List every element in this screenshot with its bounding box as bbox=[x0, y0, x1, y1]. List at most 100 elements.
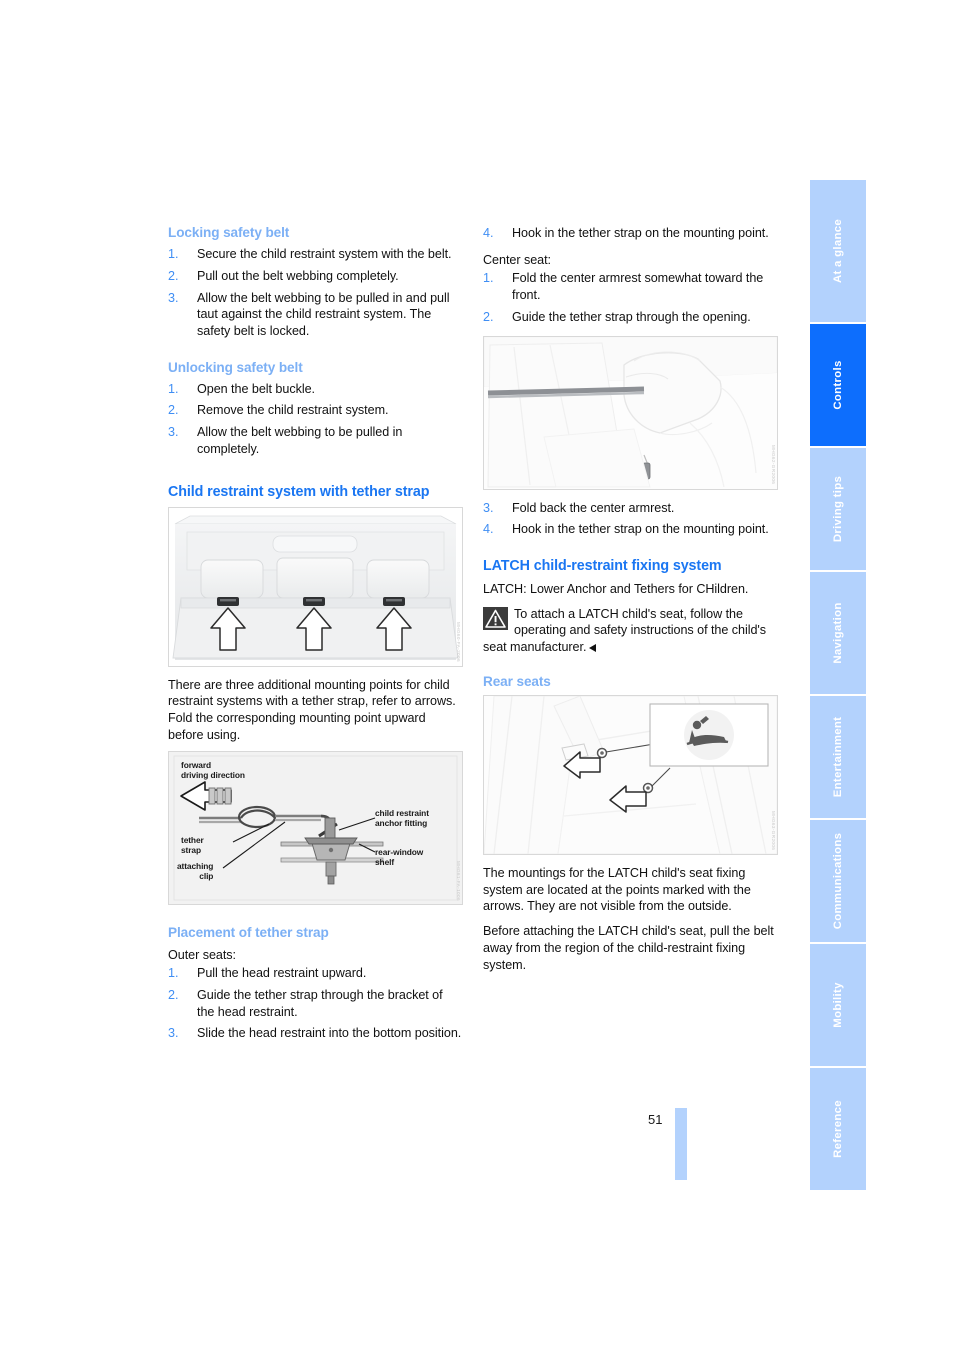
list-item: 2. Guide the tether strap through the ope… bbox=[483, 309, 778, 326]
paragraph-center-seat-intro: Center seat: bbox=[483, 252, 552, 267]
heading-rear-seats: Rear seats bbox=[483, 673, 551, 689]
tab-label: Navigation bbox=[832, 602, 844, 664]
label-attaching-clip: attaching clip bbox=[177, 861, 214, 881]
warning-note: To attach a LATCH child's seat, follow t… bbox=[483, 606, 778, 656]
figure-watermark: MHG61-FA-1006 bbox=[456, 860, 461, 901]
tab-communications[interactable]: Communications bbox=[810, 820, 866, 942]
step-number: 3. bbox=[483, 500, 494, 515]
tab-reference[interactable]: Reference bbox=[810, 1068, 866, 1190]
tab-label: Entertainment bbox=[832, 716, 844, 798]
note-end-arrow-icon bbox=[589, 644, 597, 653]
step-text: Guide the tether strap through the brack… bbox=[197, 987, 443, 1019]
step-number: 3. bbox=[168, 1026, 179, 1041]
list-item: 1. Open the belt buckle. bbox=[168, 381, 463, 398]
tab-at-a-glance[interactable]: At a glance bbox=[810, 180, 866, 322]
chapter-tab-rail: At a glance Controls Driving tips Naviga… bbox=[810, 180, 866, 1192]
list-item: 4. Hook in the tether strap on the mounti… bbox=[483, 225, 778, 242]
paragraph-outer-seats-intro: Outer seats: bbox=[168, 947, 236, 962]
step-text: Fold the center armrest somewhat toward … bbox=[512, 271, 764, 303]
step-number: 2. bbox=[168, 268, 179, 283]
tab-label: Communications bbox=[832, 832, 844, 930]
tab-navigation[interactable]: Navigation bbox=[810, 572, 866, 694]
label-forward-driving-direction: forward driving direction bbox=[181, 760, 245, 780]
label-tether-strap: tether strap bbox=[181, 835, 204, 855]
manual-page: Locking safety belt 1. Secure the child r… bbox=[0, 0, 954, 1351]
step-text: Fold back the center armrest. bbox=[512, 500, 675, 515]
tab-entertainment[interactable]: Entertainment bbox=[810, 696, 866, 818]
tab-label: At a glance bbox=[832, 218, 844, 284]
figure-rear-shelf-mounting-points: MHG60-FA-2006 bbox=[168, 506, 463, 667]
list-item: 3. Slide the head restraint into the bott… bbox=[168, 1025, 463, 1042]
list-item: 1. Secure the child restraint system with… bbox=[168, 246, 463, 263]
locking-safety-belt-steps: 1. Secure the child restraint system with… bbox=[168, 246, 463, 340]
step-number: 4. bbox=[483, 522, 494, 537]
step-text: Open the belt buckle. bbox=[197, 381, 315, 396]
warning-triangle-glyph bbox=[483, 606, 508, 630]
step-text: Pull out the belt webbing completely. bbox=[197, 268, 399, 283]
list-item: 3. Allow the belt webbing to be pulled in… bbox=[168, 424, 463, 457]
list-item: 4. Hook in the tether strap on the mounti… bbox=[483, 521, 778, 538]
placement-outer-seats-steps: 1. Pull the head restraint upward. 2. Guid… bbox=[168, 965, 463, 1042]
step-number: 1. bbox=[168, 381, 179, 396]
left-column: Locking safety belt 1. Secure the child r… bbox=[168, 225, 463, 1052]
rear-seat-latch-photo bbox=[484, 695, 777, 854]
tab-label: Reference bbox=[832, 1100, 844, 1158]
warning-triangle-icon bbox=[483, 606, 508, 630]
label-rear-window-shelf: rear-window shelf bbox=[375, 847, 424, 867]
list-item: 2. Pull out the belt webbing completely. bbox=[168, 268, 463, 285]
figure-tether-strap-diagram: forward driving direction tether strap a… bbox=[168, 751, 463, 906]
step-number: 2. bbox=[168, 403, 179, 418]
paragraph-latch-definition: LATCH: Lower Anchor and Tethers for CHil… bbox=[483, 582, 749, 596]
step-text: Guide the tether strap through the openi… bbox=[512, 309, 751, 324]
right-column: 4. Hook in the tether strap on the mounti… bbox=[483, 225, 778, 981]
heading-placement-of-tether-strap: Placement of tether strap bbox=[168, 925, 329, 941]
step-number: 1. bbox=[483, 271, 494, 286]
tab-label: Mobility bbox=[832, 982, 844, 1028]
paragraph-mounting-points: There are three additional mounting poin… bbox=[168, 677, 456, 742]
warning-note-text: To attach a LATCH child's seat, follow t… bbox=[483, 606, 767, 655]
list-item: 1. Pull the head restraint upward. bbox=[168, 965, 463, 982]
step-text: Allow the belt webbing to be pulled in a… bbox=[197, 290, 450, 338]
step-number: 3. bbox=[168, 425, 179, 440]
figure-center-armrest-tether: MHG62-GR2006 bbox=[483, 335, 778, 490]
rear-shelf-illustration bbox=[169, 507, 462, 666]
step-number: 1. bbox=[168, 247, 179, 262]
center-seat-steps-first: 1. Fold the center armrest somewhat towar… bbox=[483, 270, 778, 325]
step-text: Hook in the tether strap on the mounting… bbox=[512, 226, 769, 240]
outer-seats-steps-continued: 4. Hook in the tether strap on the mounti… bbox=[483, 225, 778, 242]
step-number: 3. bbox=[168, 290, 179, 305]
list-item: 2. Guide the tether strap through the bra… bbox=[168, 987, 463, 1020]
figure-watermark: MHG60-FA-2006 bbox=[456, 621, 461, 662]
unlocking-safety-belt-steps: 1. Open the belt buckle. 2. Remove the chi… bbox=[168, 381, 463, 458]
tab-label: Driving tips bbox=[832, 475, 844, 543]
tab-driving-tips[interactable]: Driving tips bbox=[810, 448, 866, 570]
heading-child-restraint-tether-strap: Child restraint system with tether strap bbox=[168, 483, 430, 500]
step-number: 1. bbox=[168, 966, 179, 981]
figure-rear-seat-latch-anchors: MHG63-GR2006 bbox=[483, 694, 778, 855]
center-seat-steps-after: 3. Fold back the center armrest. 4. Hook i… bbox=[483, 500, 778, 538]
step-number: 2. bbox=[483, 309, 494, 324]
label-child-restraint-anchor-fitting: child restraint anchor fitting bbox=[375, 808, 429, 828]
figure-watermark: MHG62-GR2006 bbox=[771, 445, 776, 485]
step-number: 4. bbox=[483, 226, 494, 240]
paragraph-latch-mountings: The mountings for the LATCH child's seat… bbox=[483, 865, 751, 914]
step-text: Slide the head restraint into the bottom… bbox=[197, 1026, 462, 1041]
tab-controls[interactable]: Controls bbox=[810, 324, 866, 446]
tab-mobility[interactable]: Mobility bbox=[810, 944, 866, 1066]
list-item: 2. Remove the child restraint system. bbox=[168, 402, 463, 419]
page-number: 51 bbox=[648, 1112, 663, 1127]
step-text: Pull the head restraint upward. bbox=[197, 966, 367, 981]
list-item: 3. Allow the belt webbing to be pulled in… bbox=[168, 290, 463, 340]
step-text: Allow the belt webbing to be pulled in c… bbox=[197, 425, 403, 456]
heading-latch-child-restraint-fixing-system: LATCH child-restraint fixing system bbox=[483, 558, 722, 575]
page-number-bar bbox=[675, 1108, 687, 1180]
figure-watermark: MHG63-GR2006 bbox=[771, 810, 776, 850]
heading-unlocking-safety-belt: Unlocking safety belt bbox=[168, 359, 303, 375]
step-text: Remove the child restraint system. bbox=[197, 403, 389, 418]
tab-label: Controls bbox=[832, 360, 844, 410]
step-text: Secure the child restraint system with t… bbox=[197, 247, 452, 262]
